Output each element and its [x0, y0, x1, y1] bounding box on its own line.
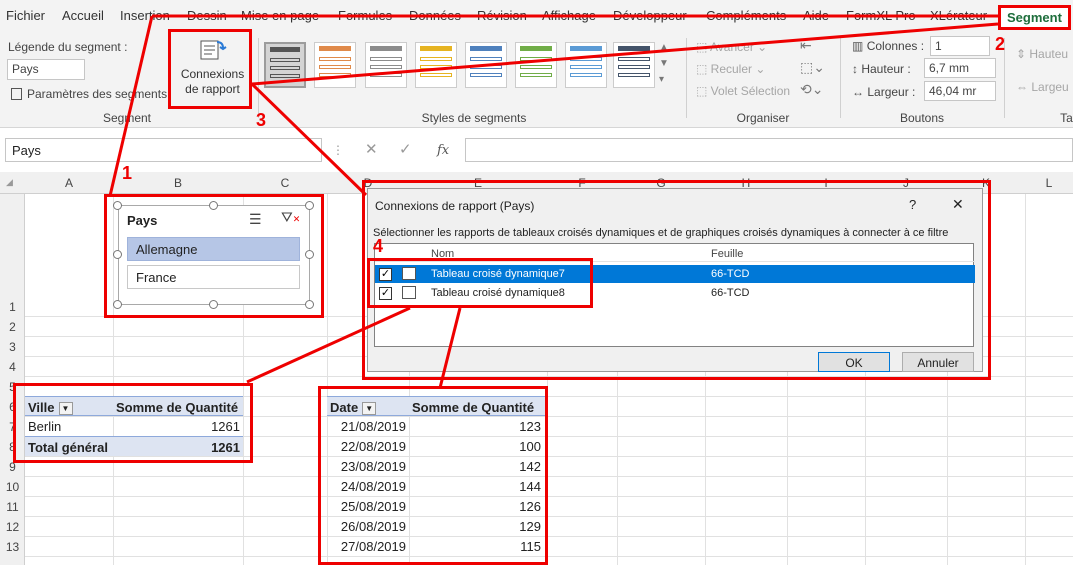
annotation-number-2: 2	[995, 34, 1006, 54]
annotation-box	[318, 386, 548, 565]
annotation-number-1: 1	[122, 163, 133, 183]
annotation-box	[13, 383, 253, 463]
annotation-box	[367, 258, 593, 308]
annotation-box	[168, 29, 252, 109]
annotation-number-4: 4	[373, 236, 384, 256]
annotation-number-3: 3	[256, 110, 267, 130]
annotation-box	[104, 194, 324, 318]
